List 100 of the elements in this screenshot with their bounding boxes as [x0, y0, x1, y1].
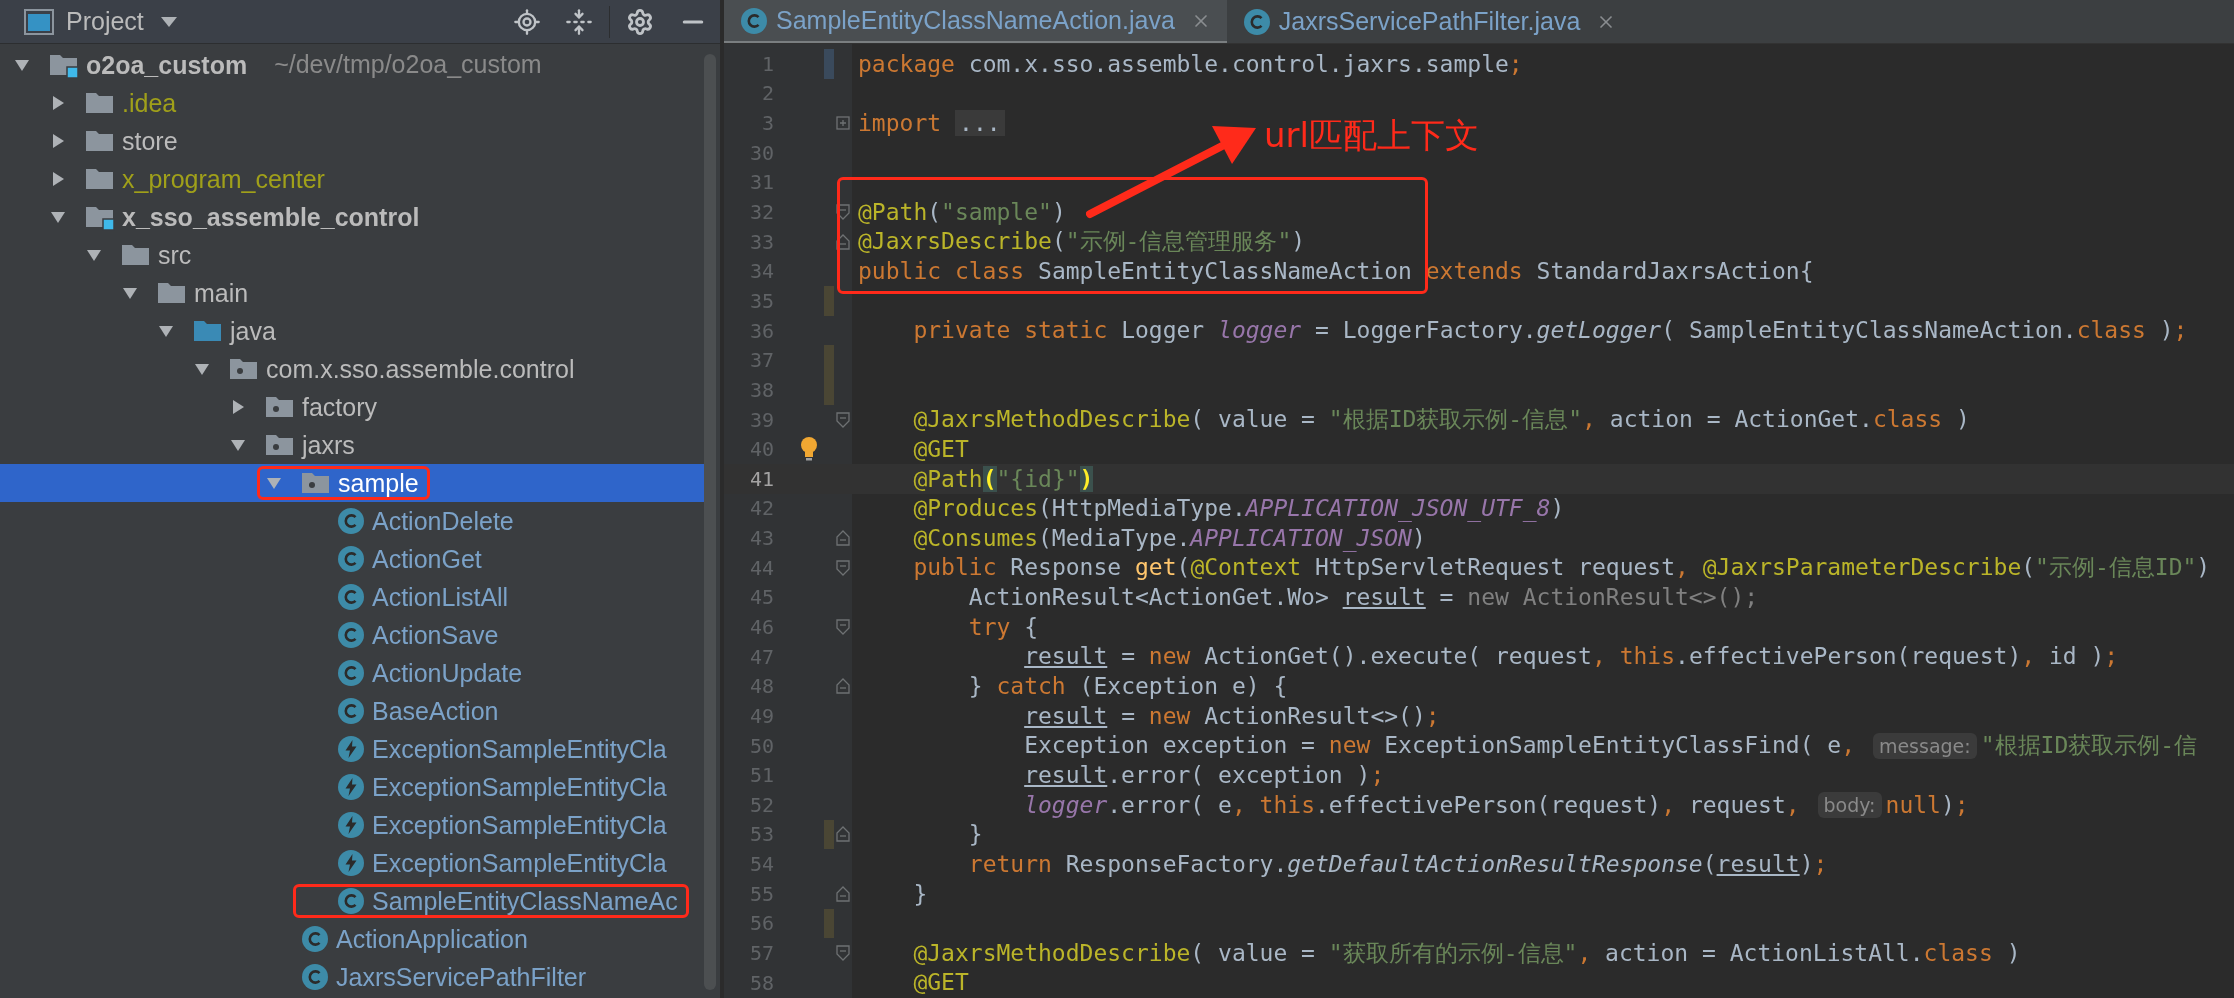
tree-item[interactable]: SampleEntityClassNameAc [0, 882, 704, 920]
tree-item[interactable]: ExceptionSampleEntityCla [0, 730, 704, 768]
collapsed-arrow-icon[interactable] [50, 133, 66, 149]
dropdown-caret-icon[interactable] [159, 15, 178, 28]
class-icon [301, 963, 329, 991]
editor-tab[interactable]: JaxrsServicePathFilter.java [1226, 0, 1633, 43]
code-text: import [858, 108, 942, 138]
tree-item[interactable]: ExceptionSampleEntityCla [0, 806, 704, 844]
code-text: } [912, 879, 928, 909]
settings-icon[interactable] [626, 7, 654, 36]
collapsed-arrow-icon[interactable] [50, 95, 66, 111]
parameter-hint: message: [1872, 732, 1977, 759]
folded-code[interactable]: ... [955, 110, 1005, 137]
code-text: Exception exception = new ExceptionSampleEntityClassFind( e, [1023, 731, 1857, 761]
tree-item[interactable]: java [0, 312, 704, 350]
collapse-all-icon[interactable] [565, 7, 593, 36]
code-text: } [967, 820, 983, 850]
tree-item[interactable]: .idea [0, 84, 704, 122]
tree-item[interactable]: x_program_center [0, 160, 704, 198]
code-text: @JaxrsMethodDescribe( value = "根据ID获取示例-信息", action = ActionGet.class ) [912, 405, 1970, 435]
code-text: try { [967, 612, 1039, 642]
code-text: @GET [912, 434, 969, 464]
collapsed-arrow-icon[interactable] [50, 171, 66, 187]
class-icon [337, 545, 365, 573]
tree-item[interactable]: ActionSave [0, 616, 704, 654]
code-text: result = new ActionGet().execute( request, this.effectivePerson(request), id ); [1023, 642, 2119, 672]
code-text: } catch (Exception e) { [967, 672, 1288, 702]
tree-item[interactable]: main [0, 274, 704, 312]
exception-class-icon [337, 811, 365, 839]
fold-start-icon[interactable] [836, 411, 850, 428]
tree-item[interactable]: jaxrs [0, 426, 704, 464]
fold-end-icon[interactable] [836, 678, 850, 695]
code-text: @Produces(HttpMediaType.APPLICATION_JSON_UTF_8) [912, 494, 1565, 524]
code-text: @Path("sample") [858, 197, 1066, 227]
exception-class-icon [337, 773, 365, 801]
code-text: "根据ID获取示例-信 [1980, 731, 2198, 761]
annotation-box: SampleEntityClassNameAc [293, 884, 689, 918]
fold-start-icon[interactable] [836, 204, 850, 220]
collapsed-arrow-icon[interactable] [230, 399, 246, 415]
class-icon [337, 621, 365, 649]
tree-item[interactable]: ActionApplication [0, 920, 704, 958]
class-icon [301, 925, 329, 953]
code-text: @Consumes(MediaType.APPLICATION_JSON) [912, 523, 1426, 554]
fold-end-icon[interactable] [836, 885, 850, 902]
code-text: public Response get(@Context HttpServletRequest request, @JaxrsParameterDescribe("示例-信息ID") [912, 553, 2211, 583]
class-icon [337, 697, 365, 725]
expanded-arrow-icon[interactable] [230, 437, 246, 453]
code-text: @GET [912, 968, 969, 998]
tree-item[interactable]: factory [0, 388, 704, 426]
class-icon [1242, 7, 1271, 36]
fold-start-icon[interactable] [836, 619, 850, 635]
lightbulb-icon[interactable] [799, 436, 819, 463]
code-text: result.error( exception ); [1023, 760, 1385, 790]
tree-item[interactable]: ActionDelete [0, 502, 704, 540]
class-icon [740, 6, 768, 35]
code-text: private static Logger logger = LoggerFactory.getLogger( SampleEntityClassNameAction.class ); [912, 316, 2188, 346]
tree-item[interactable]: src [0, 236, 704, 274]
expanded-arrow-icon[interactable] [158, 323, 174, 339]
tree-item[interactable]: ActionListAll [0, 578, 704, 616]
fold-end-icon[interactable] [836, 530, 850, 547]
expanded-arrow-icon[interactable] [50, 209, 66, 225]
tree-item[interactable]: x_sso_assemble_control [0, 198, 704, 236]
tree-item[interactable]: BaseAction [0, 692, 704, 730]
code-text: null); [1885, 790, 1969, 820]
class-icon [337, 659, 365, 687]
tree-item[interactable]: sample [0, 464, 704, 502]
fold-end-icon[interactable] [836, 233, 850, 250]
tree-item[interactable]: ActionUpdate [0, 654, 704, 692]
class-icon [337, 507, 365, 535]
tree-item[interactable]: com.x.sso.assemble.control [0, 350, 704, 388]
expanded-arrow-icon[interactable] [86, 247, 102, 263]
code-text: return ResponseFactory.getDefaultActionResultResponse(result); [967, 849, 1828, 879]
line-number: 41 [748, 465, 774, 493]
locate-icon[interactable] [513, 7, 541, 36]
class-icon [337, 887, 365, 915]
expanded-arrow-icon[interactable] [14, 57, 30, 73]
tree-item[interactable]: o2oa_custom ~/dev/tmp/o2oa_custom [0, 46, 704, 84]
code-text: package com.x.sso.assemble.control.jaxrs.sample; [858, 49, 1523, 79]
expanded-arrow-icon[interactable] [194, 361, 210, 377]
fold-start-icon[interactable] [836, 945, 850, 962]
code-text: @JaxrsDescribe("示例-信息管理服务") [858, 227, 1306, 257]
code-text: logger.error( e, this.effectivePerson(request), request, [1023, 790, 1801, 820]
fold-start-icon[interactable] [836, 559, 850, 576]
tree-item[interactable]: ActionGet [0, 540, 704, 578]
parameter-hint: body: [1817, 791, 1882, 818]
panel-title[interactable]: Project [66, 2, 144, 41]
scrollbar[interactable] [704, 54, 716, 990]
tree-item[interactable]: ExceptionSampleEntityCla [0, 844, 704, 882]
editor-tab[interactable]: SampleEntityClassNameAction.java [724, 0, 1227, 43]
expanded-arrow-icon[interactable] [266, 475, 282, 491]
expanded-arrow-icon[interactable] [122, 285, 138, 301]
annotation-label: url匹配上下文 [1264, 114, 1479, 157]
fold-end-icon[interactable] [836, 826, 850, 843]
code-text: public class SampleEntityClassNameAction extends StandardJaxrsAction{ [858, 257, 1814, 287]
code-text: @Path("{id}") [912, 464, 1094, 494]
annotation-box: sample [257, 466, 430, 500]
tree-item[interactable]: JaxrsServicePathFilter [0, 958, 704, 996]
exception-class-icon [337, 849, 365, 877]
tree-item[interactable]: store [0, 122, 704, 160]
tree-item[interactable]: ExceptionSampleEntityCla [0, 768, 704, 806]
